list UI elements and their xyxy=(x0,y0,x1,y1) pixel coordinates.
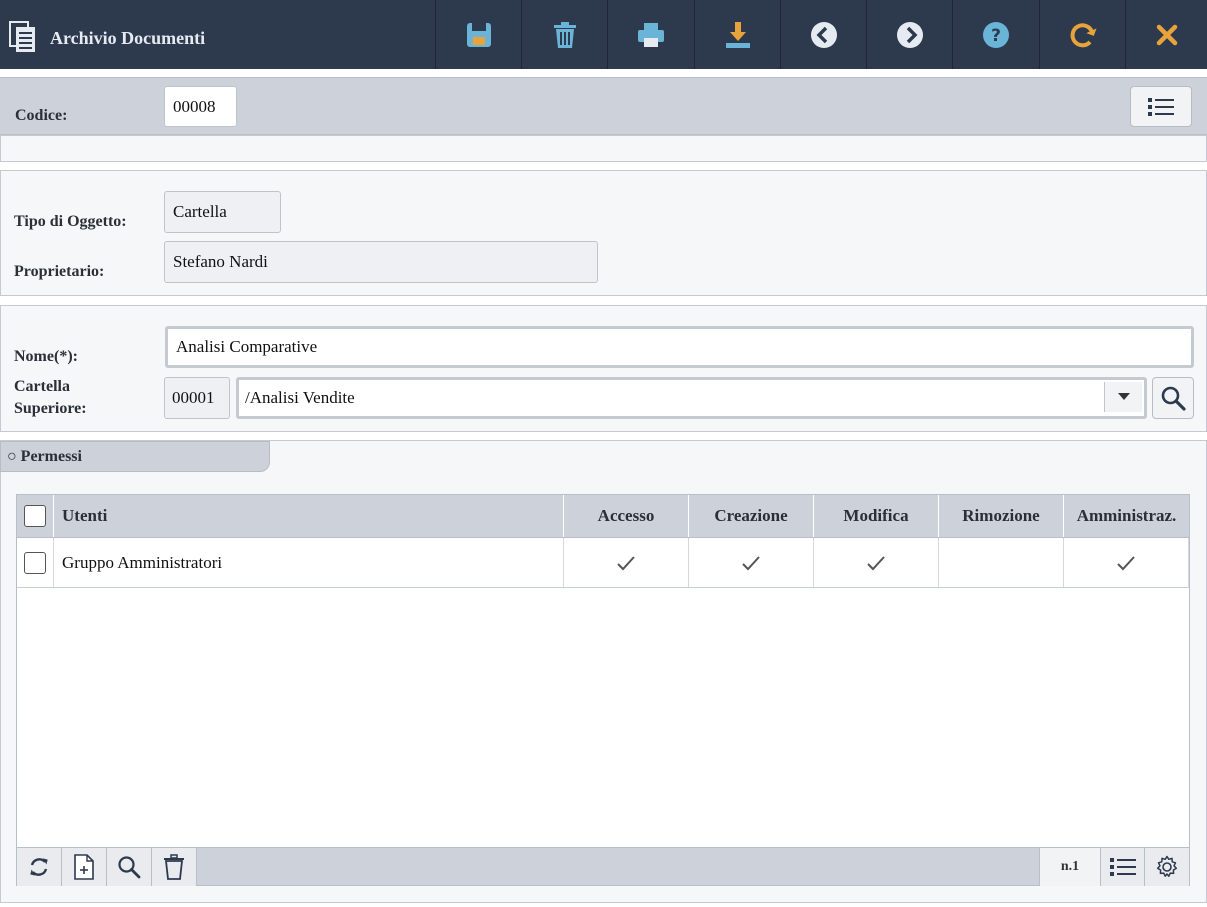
new-file-icon xyxy=(74,854,94,880)
save-icon xyxy=(466,22,491,47)
col-amministraz[interactable]: Amministraz. xyxy=(1064,495,1189,537)
row-count: n.1 xyxy=(1039,848,1100,886)
col-modifica[interactable]: Modifica xyxy=(814,495,939,537)
cell-utente: Gruppo Amministratori xyxy=(54,538,564,587)
caret-down-icon xyxy=(1117,393,1130,400)
table-row[interactable]: Gruppo Amministratori xyxy=(17,538,1189,588)
sync-icon xyxy=(30,858,48,876)
delete-button[interactable] xyxy=(521,0,607,69)
add-row-button[interactable] xyxy=(62,848,107,886)
trash-icon xyxy=(553,21,576,48)
cell-accesso xyxy=(564,538,689,587)
codice-label: Codice: xyxy=(15,107,68,124)
cartella-code-field: 00001 xyxy=(164,377,230,419)
grid-list-button[interactable] xyxy=(1100,848,1145,886)
download-button[interactable] xyxy=(694,0,780,69)
tipo-field: Cartella xyxy=(164,191,281,233)
list-icon xyxy=(1148,97,1174,116)
find-row-button[interactable] xyxy=(107,848,152,886)
grid-header: Utenti Accesso Creazione Modifica Rimozi… xyxy=(17,495,1189,538)
svg-text:?: ? xyxy=(991,26,1001,46)
delete-row-button[interactable] xyxy=(152,848,197,886)
cell-modifica xyxy=(814,538,939,587)
cartella-select[interactable]: /Analisi Vendite xyxy=(236,377,1147,419)
search-button[interactable] xyxy=(1152,377,1194,419)
next-button[interactable] xyxy=(866,0,952,69)
cartella-label: Cartella Superiore: xyxy=(14,378,87,417)
chevron-right-icon xyxy=(896,21,923,48)
nome-input[interactable]: Analisi Comparative xyxy=(165,326,1194,368)
search-icon xyxy=(118,856,141,879)
nome-label: Nome(*): xyxy=(14,348,78,365)
app-title: Archivio Documenti xyxy=(50,28,206,48)
select-all-cell xyxy=(17,495,54,537)
codice-field[interactable]: 00008 xyxy=(164,86,237,127)
list-view-button[interactable] xyxy=(1130,86,1192,127)
check-icon xyxy=(742,555,760,570)
col-accesso[interactable]: Accesso xyxy=(564,495,689,537)
cell-rimozione xyxy=(939,538,1064,587)
gear-icon xyxy=(1156,855,1178,877)
tipo-label: Tipo di Oggetto: xyxy=(14,213,127,230)
list-icon xyxy=(1109,858,1136,876)
permessi-grid: Utenti Accesso Creazione Modifica Rimozi… xyxy=(16,494,1190,886)
proprietario-label: Proprietario: xyxy=(14,263,105,280)
proprietario-field: Stefano Nardi xyxy=(164,241,598,283)
refresh-button[interactable] xyxy=(1039,0,1125,69)
permessi-tab[interactable]: ○ Permessi xyxy=(0,441,270,472)
cartella-select-value: /Analisi Vendite xyxy=(245,388,355,407)
form-panel: Nome(*): Analisi Comparative Cartella Su… xyxy=(0,305,1207,432)
codice-bar: Codice: 00008 xyxy=(0,77,1207,135)
download-icon xyxy=(725,21,750,48)
help-icon: ? xyxy=(982,21,1009,48)
dropdown-toggle[interactable] xyxy=(1104,382,1142,412)
col-creazione[interactable]: Creazione xyxy=(689,495,814,537)
select-all-checkbox[interactable] xyxy=(24,505,46,527)
save-button[interactable] xyxy=(435,0,521,69)
reload-button[interactable] xyxy=(17,848,62,886)
check-icon xyxy=(867,555,885,570)
search-icon xyxy=(1161,386,1186,411)
codice-spacer xyxy=(0,135,1207,162)
previous-button[interactable] xyxy=(780,0,866,69)
refresh-icon xyxy=(1070,22,1097,47)
col-rimozione[interactable]: Rimozione xyxy=(939,495,1064,537)
print-button[interactable] xyxy=(607,0,693,69)
document-icon xyxy=(9,21,35,52)
check-icon xyxy=(617,555,635,570)
cell-amministraz xyxy=(1064,538,1189,587)
print-icon xyxy=(637,22,664,47)
close-button[interactable] xyxy=(1125,0,1207,69)
grid-settings-button[interactable] xyxy=(1145,848,1189,886)
cell-creazione xyxy=(689,538,814,587)
chevron-left-icon xyxy=(810,21,837,48)
row-checkbox[interactable] xyxy=(24,551,46,574)
check-icon xyxy=(1117,555,1135,570)
grid-footer: n.1 xyxy=(17,847,1189,886)
close-icon xyxy=(1156,24,1177,45)
info-panel: Tipo di Oggetto: Cartella Proprietario: … xyxy=(0,170,1207,296)
app-header: Archivio Documenti ? xyxy=(0,0,1207,69)
help-button[interactable]: ? xyxy=(952,0,1038,69)
trash-icon xyxy=(164,854,184,880)
col-utenti[interactable]: Utenti xyxy=(54,495,564,537)
row-select-cell xyxy=(17,538,54,587)
